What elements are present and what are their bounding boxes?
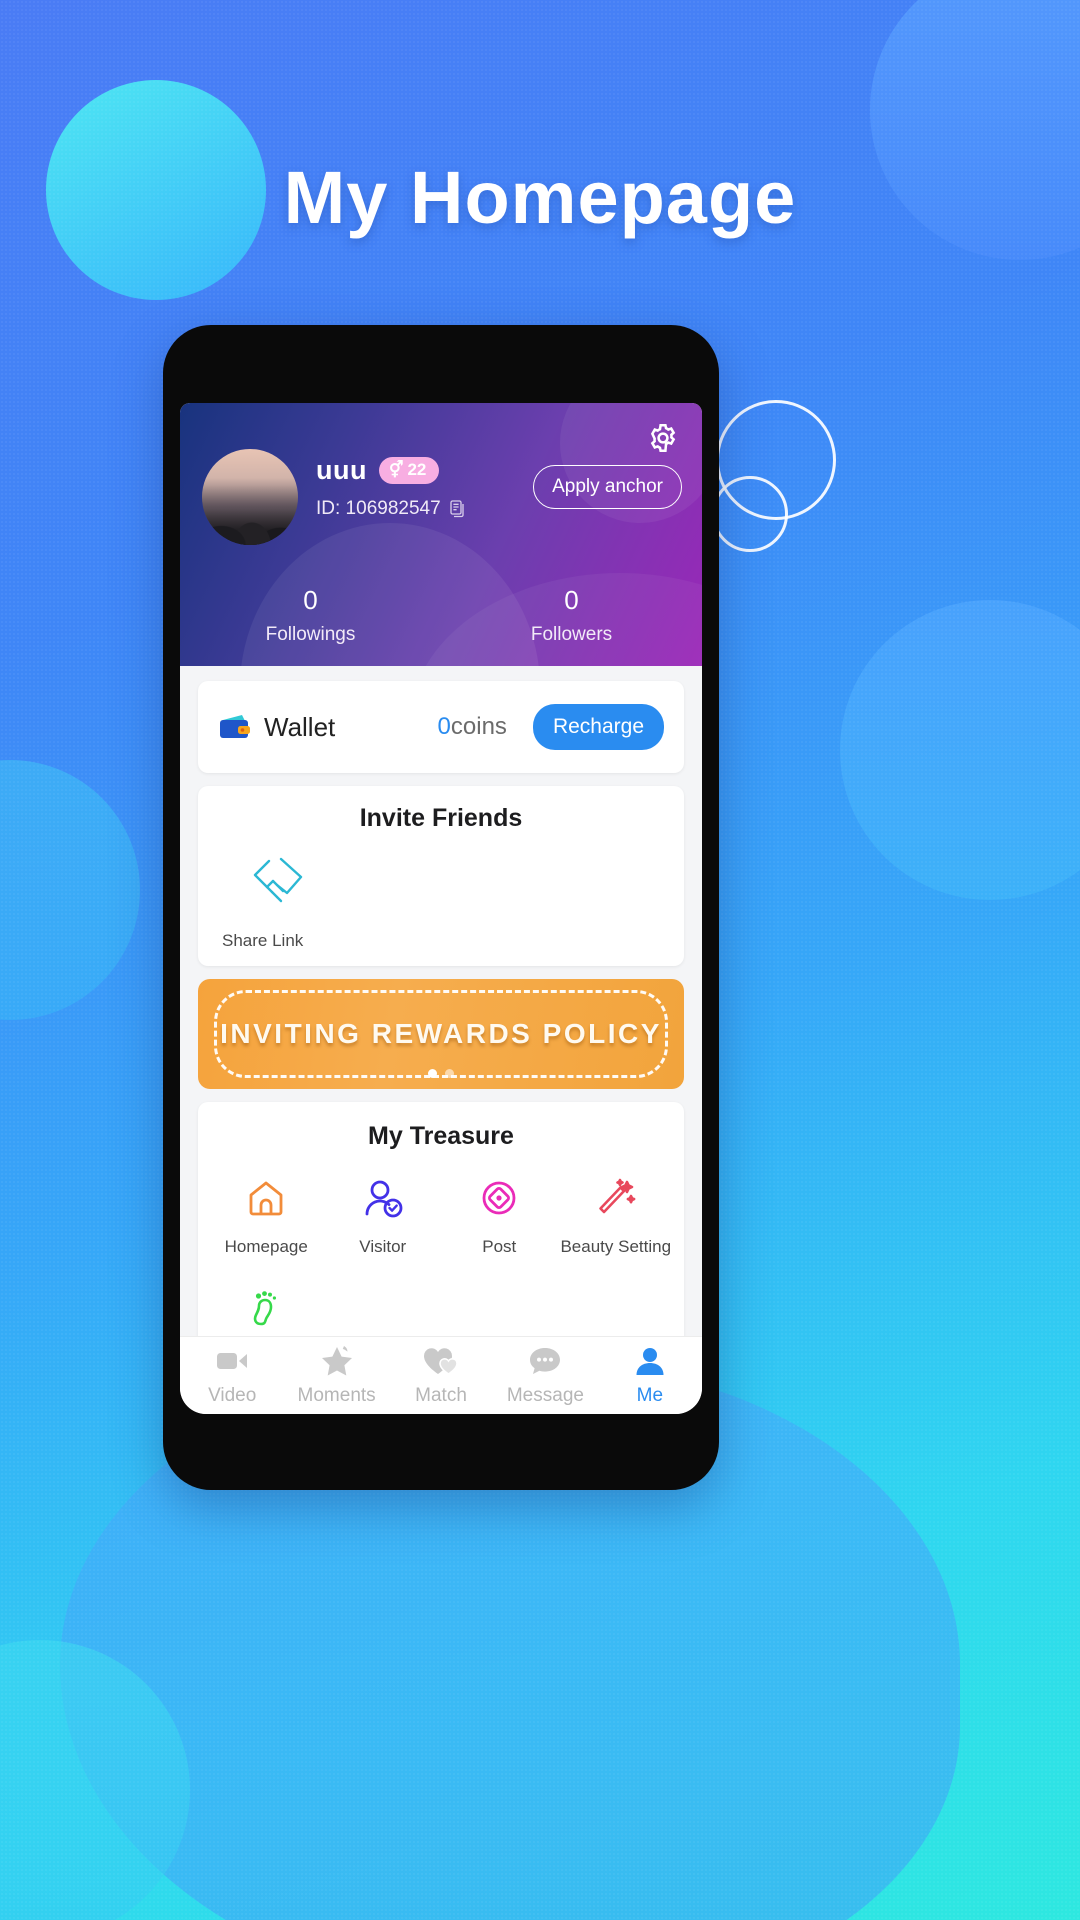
- carousel-dot[interactable]: [445, 1069, 454, 1078]
- nav-item-match[interactable]: Match: [389, 1344, 493, 1407]
- profile-info: uuu ⚥ 22 ID: 106982547: [316, 449, 466, 520]
- home-icon: [208, 1173, 325, 1223]
- share-link-item[interactable]: Share Link: [218, 853, 338, 951]
- nav-label: Moments: [297, 1385, 376, 1406]
- video-icon: [180, 1344, 284, 1378]
- wallet-card[interactable]: Wallet 0coins Recharge: [198, 681, 684, 773]
- my-treasure-card: My Treasure Homepage Visitor Post Beauty…: [198, 1102, 684, 1336]
- treasure-label: Post: [482, 1237, 517, 1256]
- content-area: Wallet 0coins Recharge Invite Friends Sh…: [180, 666, 702, 1336]
- treasure-item-beauty-setting[interactable]: Beauty Setting: [558, 1173, 675, 1257]
- hearts-icon: [389, 1344, 493, 1378]
- wallet-label: Wallet: [264, 711, 336, 742]
- wallet-unit: coins: [450, 713, 507, 740]
- nav-label: Me: [636, 1385, 664, 1406]
- beauty-wand-icon: [558, 1173, 675, 1223]
- wallet-icon: [218, 713, 252, 741]
- bottom-navigation: Video Moments Match Message Me: [180, 1336, 702, 1414]
- user-id-row[interactable]: ID: 106982547: [316, 498, 466, 520]
- treasure-item-visiting[interactable]: Visiting: [208, 1283, 325, 1336]
- post-icon: [441, 1173, 558, 1223]
- stat-followers[interactable]: 0 Followers: [441, 585, 702, 646]
- nav-item-message[interactable]: Message: [493, 1344, 597, 1407]
- treasure-label: Homepage: [224, 1237, 308, 1256]
- treasure-grid: Homepage Visitor Post Beauty Setting: [208, 1173, 674, 1336]
- treasure-label: Beauty Setting: [560, 1237, 672, 1256]
- person-icon: [598, 1344, 702, 1378]
- treasure-item-homepage[interactable]: Homepage: [208, 1173, 325, 1257]
- recharge-button[interactable]: Recharge: [532, 704, 664, 750]
- gender-icon: ⚥: [388, 462, 404, 479]
- nav-item-me[interactable]: Me: [598, 1344, 702, 1407]
- user-id: ID: 106982547: [316, 498, 441, 519]
- profile-stats: 0 Followings 0 Followers: [180, 585, 702, 646]
- wallet-amount: 0: [437, 713, 451, 740]
- phone-frame: uuu ⚥ 22 ID: 106982547 Apply anchor 0 Fo…: [163, 325, 719, 1490]
- invite-friends-title: Invite Friends: [359, 804, 523, 832]
- nav-label: Message: [506, 1385, 584, 1406]
- invite-friends-card: Invite Friends Share Link: [198, 786, 684, 966]
- gender-age-badge: ⚥ 22: [378, 457, 440, 484]
- copy-icon[interactable]: [450, 500, 466, 518]
- followers-label: Followers: [530, 624, 613, 645]
- nav-label: Match: [415, 1385, 467, 1406]
- carousel-dots: [198, 1069, 684, 1078]
- treasure-label: Visitor: [359, 1237, 407, 1256]
- followers-count: 0: [564, 585, 579, 615]
- followings-label: Followings: [265, 624, 356, 645]
- inviting-rewards-banner[interactable]: INVITING REWARDS POLICY: [198, 979, 684, 1089]
- avatar[interactable]: [202, 449, 298, 545]
- visitor-icon: [325, 1173, 442, 1223]
- share-link-label: Share Link: [222, 931, 304, 950]
- carousel-dot-active[interactable]: [428, 1069, 437, 1078]
- nav-item-moments[interactable]: Moments: [284, 1344, 388, 1407]
- age-value: 22: [407, 460, 427, 479]
- nav-item-video[interactable]: Video: [180, 1344, 284, 1407]
- apply-anchor-button[interactable]: Apply anchor: [533, 465, 682, 509]
- profile-header: uuu ⚥ 22 ID: 106982547 Apply anchor 0 Fo…: [180, 403, 702, 666]
- my-treasure-title: My Treasure: [368, 1122, 514, 1150]
- nav-label: Video: [208, 1385, 257, 1406]
- treasure-item-post[interactable]: Post: [441, 1173, 558, 1257]
- star-icon: [284, 1344, 388, 1378]
- username-row: uuu ⚥ 22: [316, 455, 466, 486]
- phone-screen: uuu ⚥ 22 ID: 106982547 Apply anchor 0 Fo…: [180, 403, 702, 1414]
- wallet-balance: 0coins: [438, 713, 507, 741]
- page-title: My Homepage: [283, 156, 797, 239]
- footprint-icon: [208, 1283, 325, 1333]
- stat-followings[interactable]: 0 Followings: [180, 585, 441, 646]
- handshake-icon: [247, 853, 309, 909]
- message-icon: [493, 1344, 597, 1378]
- followings-count: 0: [303, 585, 318, 615]
- username: uuu: [316, 455, 367, 485]
- treasure-item-visitor[interactable]: Visitor: [325, 1173, 442, 1257]
- inviting-rewards-text: INVITING REWARDS POLICY: [220, 1018, 662, 1049]
